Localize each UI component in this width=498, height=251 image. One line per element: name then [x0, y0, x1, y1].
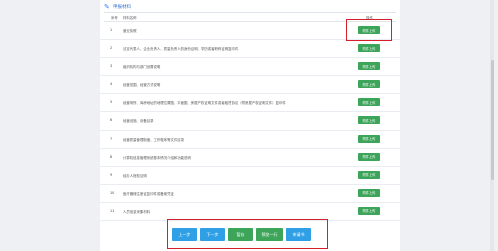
- highlight-action-box: [167, 219, 328, 249]
- table-row: 8 计算机信息管理系统基本情况介绍和功能说明 附件上传: [100, 149, 400, 167]
- upload-attachment-button[interactable]: 附件上传: [358, 206, 380, 215]
- row-seq: 6: [110, 118, 113, 123]
- table-row: 3 组织机构与部门设置说明 附件上传: [100, 58, 400, 77]
- upload-attachment-button[interactable]: 附件上传: [358, 80, 380, 89]
- row-material-name: 经营设施、设备目录: [123, 119, 154, 124]
- upload-attachment-button[interactable]: 附件上传: [358, 44, 380, 53]
- upload-attachment-button[interactable]: 附件上传: [358, 170, 380, 179]
- upload-attachment-button[interactable]: 附件上传: [358, 188, 380, 197]
- col-name: 材料名称: [123, 16, 137, 20]
- page-scrollbar[interactable]: [490, 0, 494, 251]
- upload-attachment-button[interactable]: 附件上传: [358, 134, 380, 143]
- col-seq: 序号: [111, 16, 118, 20]
- table-row: 6 经营设施、设备目录 附件上传: [100, 112, 400, 131]
- row-material-name: 计算机信息管理系统基本情况介绍和功能说明: [123, 155, 191, 160]
- row-seq: 9: [110, 172, 113, 177]
- row-seq: 7: [110, 136, 113, 141]
- section-header: ✎ 申报材料: [104, 2, 131, 12]
- table-row: 10 医疗器械注册证复印件或备案凭证 附件上传: [100, 185, 400, 203]
- table-row: 2 法定代表人、企业负责人、质量负责人的身份证明、学历或者职称证明复印件 附件上传: [100, 40, 400, 59]
- section-title: 申报材料: [113, 5, 131, 10]
- header-divider: [104, 12, 396, 13]
- row-material-name: 法定代表人、企业负责人、质量负责人的身份证明、学历或者职称证明复印件: [123, 47, 239, 52]
- upload-attachment-button[interactable]: 附件上传: [358, 62, 380, 71]
- row-seq: 5: [110, 100, 113, 105]
- row-material-name: 组织机构与部门设置说明: [123, 65, 161, 70]
- row-material-name: 人员信息采集材料: [123, 209, 151, 214]
- pen-icon: ✎: [104, 2, 110, 11]
- table-row: 7 经营质量管理制度、工作程序等文件目录 附件上传: [100, 131, 400, 149]
- row-material-name: 经办人授权证明: [123, 173, 147, 178]
- highlight-upload-box: [346, 19, 392, 41]
- row-material-name: 医疗器械注册证复印件或备案凭证: [123, 191, 174, 196]
- row-seq: 10: [110, 190, 115, 195]
- row-material-name: 经营场所、库房地址的地理位置图、平面图、房屋产权证明文件或者租赁协议（附房屋产权…: [123, 101, 286, 106]
- row-seq: 2: [110, 46, 113, 51]
- table-row: 4 经营范围、经营方式说明 附件上传: [100, 76, 400, 95]
- row-seq: 4: [110, 82, 113, 87]
- row-material-name: 营业执照: [123, 29, 137, 33]
- row-seq: 1: [110, 28, 113, 32]
- row-seq: 3: [110, 64, 113, 69]
- scrollbar-thumb[interactable]: [490, 60, 494, 180]
- table-row: 5 经营场所、库房地址的地理位置图、平面图、房屋产权证明文件或者租赁协议（附房屋产…: [100, 94, 400, 113]
- upload-attachment-button[interactable]: 附件上传: [358, 98, 380, 107]
- row-material-name: 经营范围、经营方式说明: [123, 83, 161, 88]
- material-list: 1 营业执照附件上传 2 法定代表人、企业负责人、质量负责人的身份证明、学历或者职称证…: [100, 22, 400, 222]
- row-seq: 8: [110, 154, 113, 159]
- upload-attachment-button[interactable]: 附件上传: [358, 116, 380, 125]
- row-seq: 11: [110, 208, 115, 213]
- upload-attachment-button[interactable]: 附件上传: [358, 152, 380, 161]
- table-row: 9 经办人授权证明 附件上传: [100, 167, 400, 185]
- row-material-name: 经营质量管理制度、工作程序等文件目录: [123, 137, 185, 142]
